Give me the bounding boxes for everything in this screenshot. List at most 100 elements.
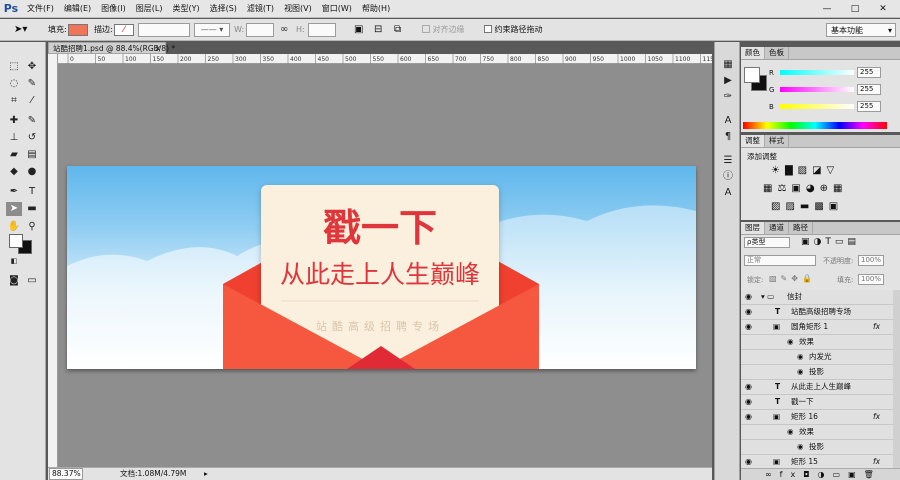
layers-footer-icons[interactable]: ∞fx◘◑▭▣🗑: [741, 468, 900, 480]
tab-layers[interactable]: 图层: [741, 222, 765, 234]
layer-filter-select[interactable]: ρ类型: [744, 237, 790, 248]
eyedropper-tool-icon[interactable]: ⁄: [24, 94, 40, 108]
channel-b-slider[interactable]: [780, 104, 854, 109]
eye-icon[interactable]: ◉: [797, 440, 804, 454]
marquee-tool-icon[interactable]: ⬚: [6, 60, 22, 74]
constrain-path-checkbox[interactable]: 约束路径拖动: [484, 23, 543, 37]
tab-paths[interactable]: 路径: [789, 222, 813, 234]
dodge-tool-icon[interactable]: ●: [24, 165, 40, 179]
fg-color-swatch[interactable]: [744, 67, 760, 83]
workspace-select[interactable]: 基本功能 ▾: [826, 23, 896, 37]
eraser-tool-icon[interactable]: ▰: [6, 148, 22, 162]
close-icon[interactable]: ×: [155, 43, 161, 54]
channel-g-field[interactable]: 255: [857, 84, 881, 95]
minimize-button[interactable]: —: [816, 3, 838, 15]
eye-icon[interactable]: ◉: [745, 380, 752, 394]
layer-filter-icons[interactable]: ▣◑T▭▤: [801, 237, 860, 247]
crop-tool-icon[interactable]: ⌗: [6, 94, 22, 108]
foreground-color-swatch[interactable]: [9, 234, 23, 248]
fill-field[interactable]: 100%: [858, 274, 884, 285]
paragraph-panel-icon[interactable]: ¶: [720, 130, 736, 144]
blur-tool-icon[interactable]: ◆: [6, 165, 22, 179]
default-colors-icon[interactable]: ◧: [6, 254, 22, 268]
close-button[interactable]: ✕: [872, 3, 894, 15]
zoom-tool-icon[interactable]: ⚲: [24, 220, 40, 234]
eye-icon[interactable]: ◉: [787, 425, 794, 439]
lasso-tool-icon[interactable]: ◌: [6, 77, 22, 91]
menu-type[interactable]: 类型(Y): [167, 3, 204, 14]
effect-row[interactable]: ◉ 内发光: [741, 350, 893, 365]
clone-stamp-tool-icon[interactable]: ⊥: [6, 131, 22, 145]
properties-panel-icon[interactable]: ☰: [720, 154, 736, 168]
shape-tool-icon[interactable]: ▬: [24, 202, 40, 216]
tab-styles[interactable]: 样式: [765, 135, 789, 147]
width-field[interactable]: [246, 23, 274, 37]
lock-icons[interactable]: ▨✎✥🔒: [769, 274, 816, 283]
history-panel-icon[interactable]: ▦: [720, 58, 736, 72]
brush-tool-icon[interactable]: ✎: [24, 114, 40, 128]
fill-swatch[interactable]: [68, 24, 88, 36]
menu-image[interactable]: 图像(I): [96, 3, 131, 14]
channel-b-field[interactable]: 255: [857, 101, 881, 112]
tab-swatches[interactable]: 色板: [765, 47, 789, 59]
eye-icon[interactable]: ◉: [745, 305, 752, 319]
brush-panel-icon[interactable]: ✑: [720, 90, 736, 104]
move-tool-icon[interactable]: ✥: [24, 60, 40, 74]
eye-icon[interactable]: ◉: [745, 290, 752, 304]
history-brush-tool-icon[interactable]: ↺: [24, 131, 40, 145]
healing-brush-tool-icon[interactable]: ✚: [6, 114, 22, 128]
path-selection-tool-icon[interactable]: ➤: [6, 202, 22, 216]
channel-r-slider[interactable]: [780, 70, 854, 75]
tab-color[interactable]: 颜色: [741, 47, 765, 59]
adjustment-icons-row-2[interactable]: ▦⚖▣◕⊕▦: [763, 183, 847, 194]
pen-tool-icon[interactable]: ✒: [6, 185, 22, 199]
tab-adjustments[interactable]: 调整: [741, 135, 765, 147]
effects-row[interactable]: ◉ 效果: [741, 335, 893, 350]
quick-select-tool-icon[interactable]: ✎: [24, 77, 40, 91]
eye-icon[interactable]: ◉: [787, 335, 794, 349]
tab-channels[interactable]: 通道: [765, 222, 789, 234]
menu-layer[interactable]: 图层(L): [131, 3, 168, 14]
status-menu-arrow-icon[interactable]: ▸: [204, 468, 208, 480]
zoom-field[interactable]: 88.37%: [49, 468, 83, 480]
menu-filter[interactable]: 滤镜(T): [242, 3, 279, 14]
channel-r-field[interactable]: 255: [857, 67, 881, 78]
menu-edit[interactable]: 编辑(E): [59, 3, 96, 14]
path-arrangement-icon[interactable]: ⧉: [394, 23, 401, 37]
path-operations-icon[interactable]: ▣: [354, 23, 363, 37]
layer-row[interactable]: ◉ ▣ 矩形 15 fx: [741, 455, 893, 468]
path-select-tool-icon[interactable]: ➤▾: [14, 23, 27, 37]
layer-row[interactable]: ◉ T 从此走上人生巅峰: [741, 380, 893, 395]
hand-tool-icon[interactable]: ✋: [6, 220, 22, 234]
opacity-field[interactable]: 100%: [858, 255, 884, 266]
type-tool-icon[interactable]: T: [24, 185, 40, 199]
adjustment-icons-row-3[interactable]: ▨▨▬▩▣: [771, 201, 843, 212]
stroke-type-select[interactable]: —— ▾: [194, 23, 230, 37]
adjustment-icons-row-1[interactable]: ☀▇▨◪▽: [771, 165, 839, 176]
gradient-tool-icon[interactable]: ▤: [24, 148, 40, 162]
maximize-button[interactable]: □: [844, 3, 866, 15]
stroke-width-field[interactable]: [138, 23, 190, 37]
menu-select[interactable]: 选择(S): [205, 3, 242, 14]
character-panel-icon[interactable]: A: [720, 114, 736, 128]
link-icon[interactable]: ∞: [280, 23, 288, 37]
layers-scrollbar[interactable]: [893, 290, 900, 468]
document-tab[interactable]: 站酷招聘1.psd @ 88.4%(RGB/8) * ×: [48, 42, 175, 54]
eye-icon[interactable]: ◉: [797, 365, 804, 379]
eye-icon[interactable]: ◉: [745, 320, 752, 334]
eye-icon[interactable]: ◉: [745, 455, 752, 468]
actions-panel-icon[interactable]: ▶: [720, 74, 736, 88]
character-styles-icon[interactable]: A: [720, 186, 736, 200]
channel-g-slider[interactable]: [780, 87, 854, 92]
stroke-swatch[interactable]: ⁄: [114, 24, 134, 36]
quick-mask-icon[interactable]: ◙: [6, 274, 22, 288]
path-alignment-icon[interactable]: ⊟: [374, 23, 382, 37]
layer-row[interactable]: ◉ ▾ ▭ 信封: [741, 290, 893, 305]
layer-row[interactable]: ◉ T 戳一下: [741, 395, 893, 410]
layer-row[interactable]: ◉ T 站酷高级招聘专场: [741, 305, 893, 320]
align-edges-checkbox[interactable]: 对齐边缘: [422, 23, 465, 37]
menu-window[interactable]: 窗口(W): [317, 3, 357, 14]
info-panel-icon[interactable]: ⓘ: [720, 170, 736, 184]
effect-row[interactable]: ◉ 投影: [741, 440, 893, 455]
menu-file[interactable]: 文件(F): [22, 3, 59, 14]
